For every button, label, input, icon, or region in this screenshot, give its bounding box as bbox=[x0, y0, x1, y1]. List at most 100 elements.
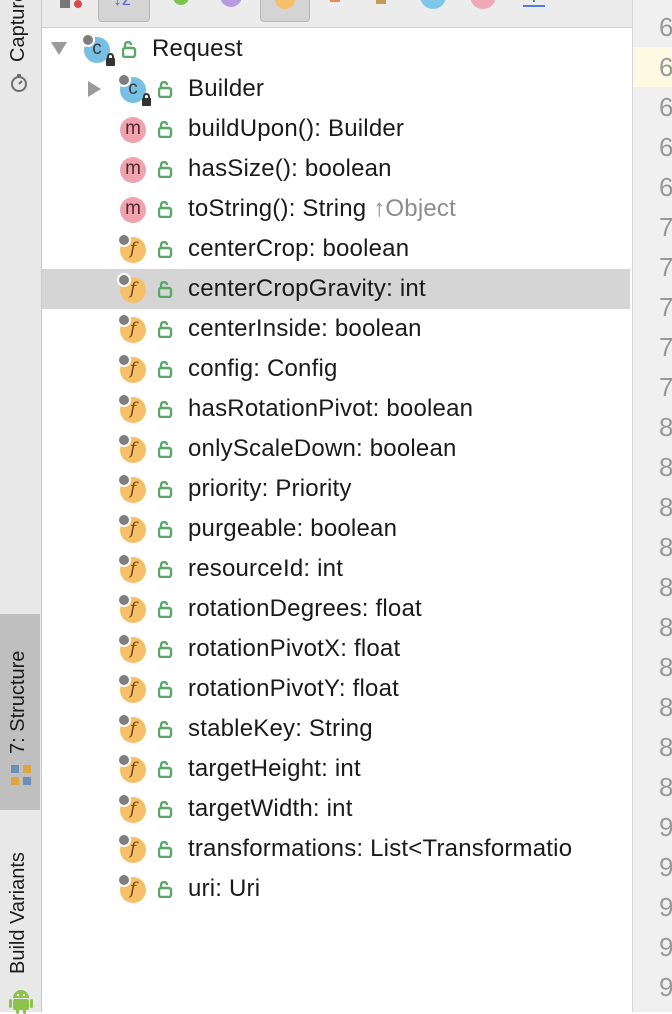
gutter-line-number: 9 bbox=[659, 967, 672, 1007]
structure-tree[interactable]: c Request c Builder m buildUpon(): Builder m… bbox=[42, 28, 630, 1012]
gutter-line-number: 8 bbox=[659, 567, 672, 607]
gutter-line-number: 9 bbox=[659, 847, 672, 887]
tree-item[interactable]: f priority: Priority bbox=[42, 469, 630, 509]
captures-tool-tab[interactable]: Captures bbox=[0, 0, 40, 100]
public-lock-icon bbox=[158, 201, 173, 218]
tree-item[interactable]: f centerInside: boolean bbox=[42, 309, 630, 349]
tree-item[interactable]: f onlyScaleDown: boolean bbox=[42, 429, 630, 469]
tree-item[interactable]: f resourceId: int bbox=[42, 549, 630, 589]
public-lock-icon bbox=[158, 401, 173, 418]
gutter-line-number: 9 bbox=[659, 807, 672, 847]
tree-item-text: buildUpon(): Builder bbox=[188, 115, 405, 142]
tree-item-label: buildUpon(): Builder bbox=[188, 115, 404, 143]
tree-item-text: hasRotationPivot: boolean bbox=[188, 395, 474, 422]
show-fields-icon bbox=[275, 0, 295, 9]
public-lock-icon bbox=[158, 441, 173, 458]
chevron-right-icon[interactable] bbox=[88, 81, 101, 97]
method-icon: m bbox=[120, 197, 146, 223]
tree-item[interactable]: f targetWidth: int bbox=[42, 789, 630, 829]
pin-icon bbox=[117, 353, 131, 367]
tree-item[interactable]: f config: Config bbox=[42, 349, 630, 389]
tree-item-text: uri: Uri bbox=[188, 875, 261, 902]
pin-icon bbox=[117, 633, 131, 647]
tree-item[interactable]: f stableKey: String bbox=[42, 709, 630, 749]
tree-item-text: Builder bbox=[188, 75, 265, 102]
field-icon: f bbox=[117, 793, 146, 823]
field-icon: f bbox=[117, 553, 146, 583]
chevron-down-icon[interactable] bbox=[51, 42, 67, 55]
class-icon: c bbox=[81, 33, 115, 66]
autoscroll-icon[interactable] bbox=[372, 0, 392, 8]
field-icon: f bbox=[117, 313, 146, 343]
tree-item-text: config: Config bbox=[188, 355, 338, 382]
gutter-line-number: 7 bbox=[659, 367, 672, 407]
stopwatch-icon bbox=[11, 74, 27, 92]
tree-item-text: stableKey: String bbox=[188, 715, 373, 742]
close-icon[interactable] bbox=[468, 0, 498, 10]
expand-icon[interactable] bbox=[326, 0, 346, 8]
android-icon bbox=[9, 990, 33, 1014]
field-icon: f bbox=[117, 513, 146, 543]
public-lock-icon bbox=[158, 81, 173, 98]
structure-tab-label: 7: Structure bbox=[7, 650, 29, 754]
field-icon: f bbox=[117, 593, 146, 623]
tree-item[interactable]: m buildUpon(): Builder bbox=[42, 109, 630, 149]
public-lock-icon bbox=[158, 641, 173, 658]
tree-item[interactable]: f targetHeight: int bbox=[42, 749, 630, 789]
tree-item-label: hasRotationPivot: boolean bbox=[188, 395, 473, 423]
show-fields-toggle[interactable] bbox=[260, 0, 310, 22]
tree-item-label: rotationPivotY: float bbox=[188, 675, 399, 703]
tree-item-label: resourceId: int bbox=[188, 555, 343, 583]
field-icon: f bbox=[117, 233, 146, 263]
lock-icon bbox=[106, 53, 115, 66]
show-inherited-icon[interactable] bbox=[170, 0, 192, 8]
tree-item[interactable]: f transformations: List<Transformatio bbox=[42, 829, 630, 869]
tree-item[interactable]: m toString(): String ↑Object bbox=[42, 189, 630, 229]
tree-item-text: priority: Priority bbox=[188, 475, 352, 502]
gutter-line-number: 6 bbox=[659, 47, 672, 87]
pin-icon bbox=[117, 393, 131, 407]
tree-item[interactable]: f rotationPivotY: float bbox=[42, 669, 630, 709]
tree-item[interactable]: f rotationPivotX: float bbox=[42, 629, 630, 669]
public-lock-icon bbox=[158, 121, 173, 138]
gutter-line-number: 6 bbox=[659, 87, 672, 127]
sort-alpha-icon[interactable]: ↓z bbox=[98, 0, 150, 22]
public-lock-icon bbox=[122, 41, 137, 58]
public-lock-icon bbox=[158, 801, 173, 818]
tree-root-request[interactable]: c Request bbox=[42, 29, 630, 69]
structure-toolbar: ↓z bbox=[42, 0, 632, 28]
show-properties-icon[interactable] bbox=[218, 0, 244, 8]
gutter-line-number: 8 bbox=[659, 607, 672, 647]
tree-item[interactable]: f rotationDegrees: float bbox=[42, 589, 630, 629]
tree-item-label: Builder bbox=[188, 75, 264, 103]
field-icon: f bbox=[117, 673, 146, 703]
tree-item-text: rotationDegrees: float bbox=[188, 595, 422, 622]
tree-item[interactable]: f purgeable: boolean bbox=[42, 509, 630, 549]
public-lock-icon bbox=[158, 561, 173, 578]
collapse-icon[interactable] bbox=[418, 0, 448, 10]
tree-item[interactable]: f uri: Uri bbox=[42, 869, 630, 909]
gutter-line-number: 9 bbox=[659, 887, 672, 927]
tree-item[interactable]: c Builder bbox=[42, 69, 630, 109]
tree-item-label: centerInside: boolean bbox=[188, 315, 422, 343]
public-lock-icon bbox=[158, 601, 173, 618]
pin-icon bbox=[81, 33, 95, 47]
tree-item[interactable]: f hasRotationPivot: boolean bbox=[42, 389, 630, 429]
tree-item[interactable]: f centerCropGravity: int bbox=[42, 269, 630, 309]
gutter-line-number: 6 bbox=[659, 127, 672, 167]
tree-item[interactable]: m hasSize(): boolean bbox=[42, 149, 630, 189]
public-lock-icon bbox=[158, 241, 173, 258]
tree-item-label: stableKey: String bbox=[188, 715, 373, 743]
tree-item-text: targetWidth: int bbox=[188, 795, 353, 822]
pin-icon bbox=[117, 873, 131, 887]
sort-visibility-icon[interactable] bbox=[56, 0, 86, 10]
pin-icon bbox=[117, 473, 131, 487]
build-variants-tool-tab[interactable]: Build Variants bbox=[0, 812, 40, 1014]
download-icon[interactable] bbox=[520, 0, 548, 10]
gutter-line-number: 8 bbox=[659, 407, 672, 447]
tree-item[interactable]: f centerCrop: boolean bbox=[42, 229, 630, 269]
method-icon: m bbox=[120, 117, 146, 143]
public-lock-icon bbox=[158, 721, 173, 738]
structure-tool-tab[interactable]: 7: Structure bbox=[0, 614, 40, 810]
pin-icon bbox=[117, 553, 131, 567]
